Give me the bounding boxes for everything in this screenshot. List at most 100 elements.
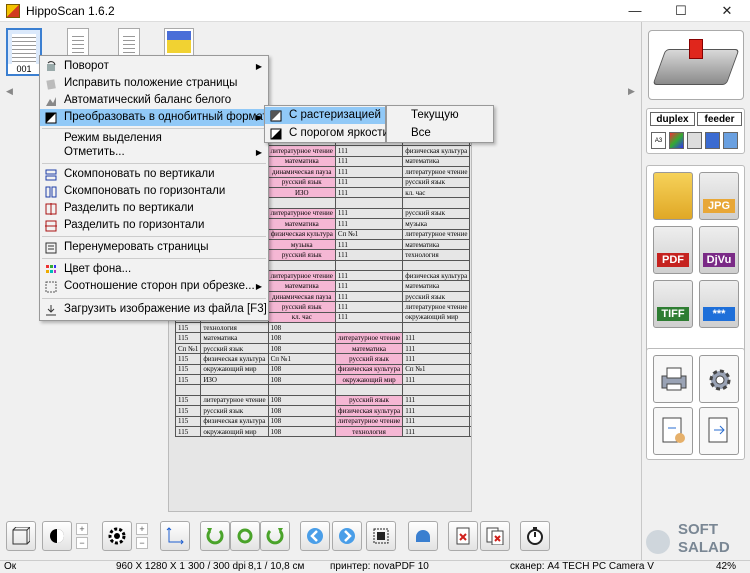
save-custom-button[interactable]: ***: [699, 280, 739, 328]
maximize-button[interactable]: ☐: [658, 0, 704, 22]
table-cell: 108: [267, 394, 336, 407]
table-cell: физическая культура: [402, 145, 471, 157]
bottom-toolbar: + − + −: [0, 515, 641, 560]
split-vertical-icon: [45, 203, 57, 215]
menu-item-renumber[interactable]: Перенумеровать страницы: [40, 239, 268, 256]
table-cell: русский язык: [267, 249, 336, 261]
table-cell: 111: [402, 394, 471, 407]
table-cell: русский язык: [402, 176, 471, 188]
scan-button[interactable]: [648, 30, 744, 100]
send-button[interactable]: [699, 407, 739, 455]
menu-item-mark[interactable]: Отметить... ▶: [40, 144, 268, 161]
undo-button[interactable]: [408, 521, 438, 551]
table-cell: технология: [334, 425, 404, 438]
menu-item-current[interactable]: Текущую: [387, 107, 493, 124]
contrast-minus-button[interactable]: −: [136, 537, 148, 549]
contrast-button[interactable]: [102, 521, 132, 551]
save-tiff-button[interactable]: TIFF: [653, 280, 693, 328]
table-cell: 111: [334, 186, 404, 199]
menu-item-split-horizontal[interactable]: Разделить по горизонтали: [40, 217, 268, 234]
save-pdf-button[interactable]: PDF: [653, 226, 693, 274]
table-cell: динамическая пауза: [267, 166, 336, 178]
menu-item-label: С растеризацией: [289, 109, 381, 121]
crop-button[interactable]: [366, 521, 396, 551]
table-cell: [402, 197, 471, 209]
table-cell: Сп №1: [267, 353, 336, 365]
table-cell: динамическая пауза: [267, 290, 336, 303]
table-cell: Сп №1: [174, 342, 202, 355]
table-cell: [174, 384, 202, 396]
rotate-180-icon: [237, 528, 253, 544]
contrast-plus-button[interactable]: +: [136, 523, 148, 535]
previous-page-button[interactable]: [300, 521, 330, 551]
axes-button[interactable]: [160, 521, 190, 551]
close-button[interactable]: ✕: [704, 0, 750, 22]
menu-item-load-file[interactable]: Загрузить изображение из файла [F3]: [40, 301, 268, 318]
menu-item-monochrome[interactable]: Преобразовать в однобитный формат... ▶: [40, 109, 276, 126]
menu-item-aspect-ratio[interactable]: Соотношение сторон при обрезке... ▶: [40, 278, 268, 295]
brightness-minus-button[interactable]: −: [76, 537, 88, 549]
settings-button[interactable]: [699, 355, 739, 403]
menu-item-dither[interactable]: С растеризацией: [265, 107, 385, 124]
thumbnail-page-4[interactable]: [164, 28, 194, 56]
table-cell: 115: [174, 353, 202, 365]
table-cell: литературное чтение: [334, 332, 404, 344]
table-row: Сп №1русский язык108математика111математ…: [174, 342, 471, 355]
menu-item-rotate[interactable]: Поворот ▶: [40, 58, 268, 75]
status-zoom: 42%: [716, 561, 737, 572]
menu-item-merge-horizontal[interactable]: Скомпоновать по горизонтали: [40, 183, 268, 200]
table-cell: окружающий мир: [334, 373, 404, 386]
menu-item-all[interactable]: Все: [387, 125, 493, 142]
delete-all-button[interactable]: [480, 521, 510, 551]
minimize-button[interactable]: —: [612, 0, 658, 22]
table-cell: [200, 384, 269, 396]
feeder-toggle[interactable]: feeder: [697, 112, 742, 126]
scroll-left-icon[interactable]: ◀: [6, 86, 13, 97]
next-page-button[interactable]: [332, 521, 362, 551]
jpg-quality-icon[interactable]: [705, 132, 720, 149]
palette-icon: [46, 265, 56, 273]
menu-item-white-balance[interactable]: Автоматический баланс белого: [40, 92, 268, 109]
paper-size-a3[interactable]: A3: [651, 132, 666, 149]
document-share-icon: [662, 417, 685, 443]
send-email-button[interactable]: [653, 407, 693, 455]
scroll-right-icon[interactable]: ▶: [628, 86, 635, 97]
grid-view-button[interactable]: [6, 521, 36, 551]
table-cell: музыка: [469, 394, 471, 407]
softsalad-logo-icon: SOFT SALAD: [646, 521, 730, 556]
table-cell: 111: [402, 332, 471, 344]
menu-separator: [42, 258, 266, 259]
menu-item-background-color[interactable]: Цвет фона...: [40, 261, 268, 278]
menu-item-deskew[interactable]: Исправить положение страницы: [40, 75, 268, 92]
folder-icon[interactable]: [653, 172, 693, 220]
delete-page-button[interactable]: [448, 521, 478, 551]
timer-button[interactable]: [520, 521, 550, 551]
menu-item-merge-vertical[interactable]: Скомпоновать по вертикали: [40, 166, 268, 183]
table-cell: 115: [174, 363, 202, 376]
document-send-icon: [708, 417, 728, 443]
quality-75-icon[interactable]: [723, 132, 738, 149]
rotate-right-button[interactable]: [260, 521, 290, 551]
save-jpg-button[interactable]: JPG: [699, 172, 739, 220]
menu-item-split-vertical[interactable]: Разделить по вертикали: [40, 200, 268, 217]
rotate-left-button[interactable]: [200, 521, 230, 551]
resolution-icon[interactable]: [687, 132, 702, 149]
thumbnail-page-1[interactable]: 001: [6, 28, 42, 76]
table-row: 115математика108литературное чтение111ли…: [174, 332, 471, 344]
table-cell: физическая культура: [267, 228, 336, 240]
menu-item-threshold[interactable]: С порогом яркости: [265, 125, 389, 142]
table-cell: физическая культура: [200, 353, 269, 365]
menu-item-label: Загрузить изображение из файла [F3]: [64, 303, 267, 315]
table-cell: литературное чтение: [469, 332, 471, 344]
brightness-plus-button[interactable]: +: [76, 523, 88, 535]
print-button[interactable]: [653, 355, 693, 403]
table-cell: 111: [402, 425, 471, 438]
color-mode-icon[interactable]: [669, 132, 684, 149]
save-djvu-button[interactable]: DjVu: [699, 226, 739, 274]
duplex-toggle[interactable]: duplex: [650, 112, 695, 126]
rotate-180-button[interactable]: [230, 521, 260, 551]
brightness-button[interactable]: [42, 521, 72, 551]
table-cell: [334, 384, 404, 396]
table-cell: 108: [267, 342, 336, 355]
gear-icon: [709, 369, 731, 391]
